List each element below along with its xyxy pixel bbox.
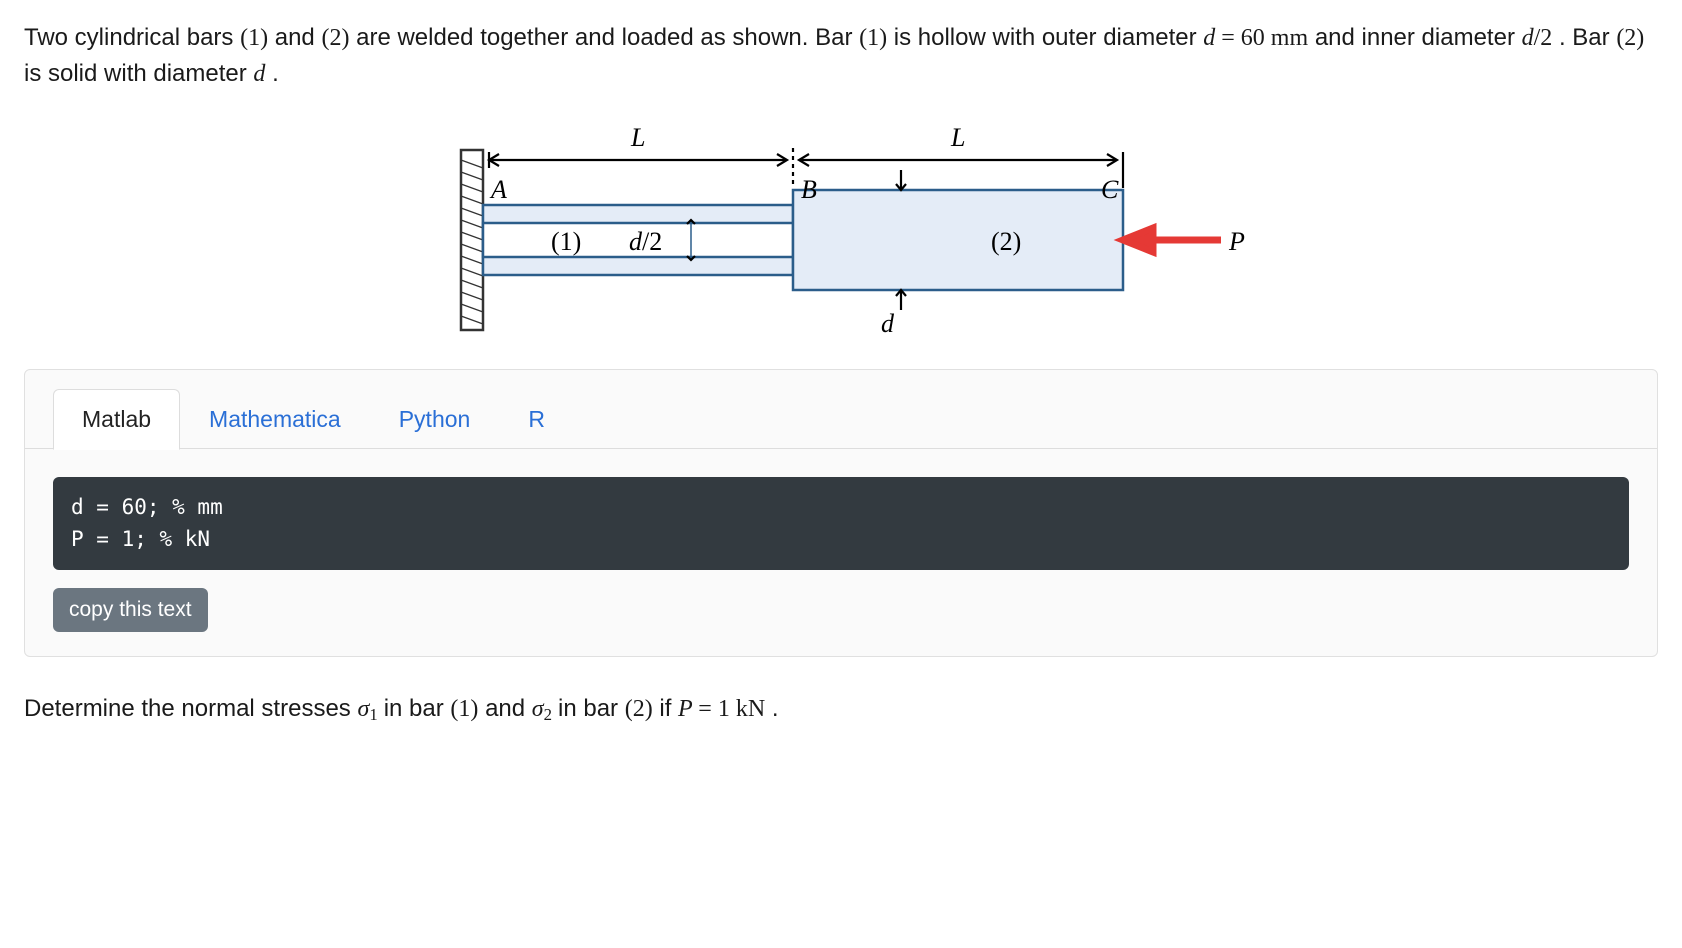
paren-2: (2) [1616,25,1644,51]
text: are welded together and loaded as shown.… [356,24,859,51]
bars-diagram: L L A B C (1) (2) d/2 d P [431,110,1251,350]
sigma1: σ1 [357,696,383,722]
copy-button[interactable]: copy this text [53,588,208,632]
label-bar2: (2) [991,227,1021,256]
problem-statement: Two cylindrical bars (1) and (2) are wel… [24,20,1658,92]
text: and inner diameter [1315,24,1522,51]
label-B: B [801,175,817,204]
text: and [485,695,532,722]
tab-r[interactable]: R [499,389,574,450]
text: is solid with diameter [24,60,253,87]
tab-bar: Matlab Mathematica Python R [25,370,1657,449]
label-d-half: d/2 [629,227,662,256]
text: and [275,24,322,51]
label-L2: L [950,123,965,152]
text: . [272,60,279,87]
sigma2: σ2 [532,696,558,722]
label-P: P [1228,227,1245,256]
code-block: d = 60; % mm P = 1; % kN [53,477,1629,570]
text: if [659,695,678,722]
tab-mathematica[interactable]: Mathematica [180,389,370,450]
label-L1: L [630,123,645,152]
d-var: d [253,61,265,87]
label-bar1: (1) [551,227,581,256]
tab-matlab[interactable]: Matlab [53,389,180,450]
text: Two cylindrical bars [24,24,240,51]
text: . Bar [1559,24,1616,51]
paren-1: (1) [859,25,887,51]
label-C: C [1101,175,1119,204]
text: in bar [384,695,451,722]
text: Determine the normal stresses [24,695,357,722]
text: . [772,695,779,722]
label-A: A [489,175,507,204]
question-text: Determine the normal stresses σ1 in bar … [24,691,1658,727]
text: is hollow with outer diameter [894,24,1203,51]
paren-1: (1) [240,25,268,51]
d-half: d/2 [1522,25,1553,51]
paren-2: (2) [321,25,349,51]
d-equation: d = 60 mm [1203,25,1308,51]
label-d: d [881,309,895,338]
paren-1: (1) [450,696,478,722]
paren-2: (2) [625,696,653,722]
code-panel: Matlab Mathematica Python R d = 60; % mm… [24,369,1658,657]
diagram-container: L L A B C (1) (2) d/2 d P [24,110,1658,359]
tab-python[interactable]: Python [370,389,500,450]
P-equation: P = 1 kN [678,696,765,722]
text: in bar [558,695,625,722]
